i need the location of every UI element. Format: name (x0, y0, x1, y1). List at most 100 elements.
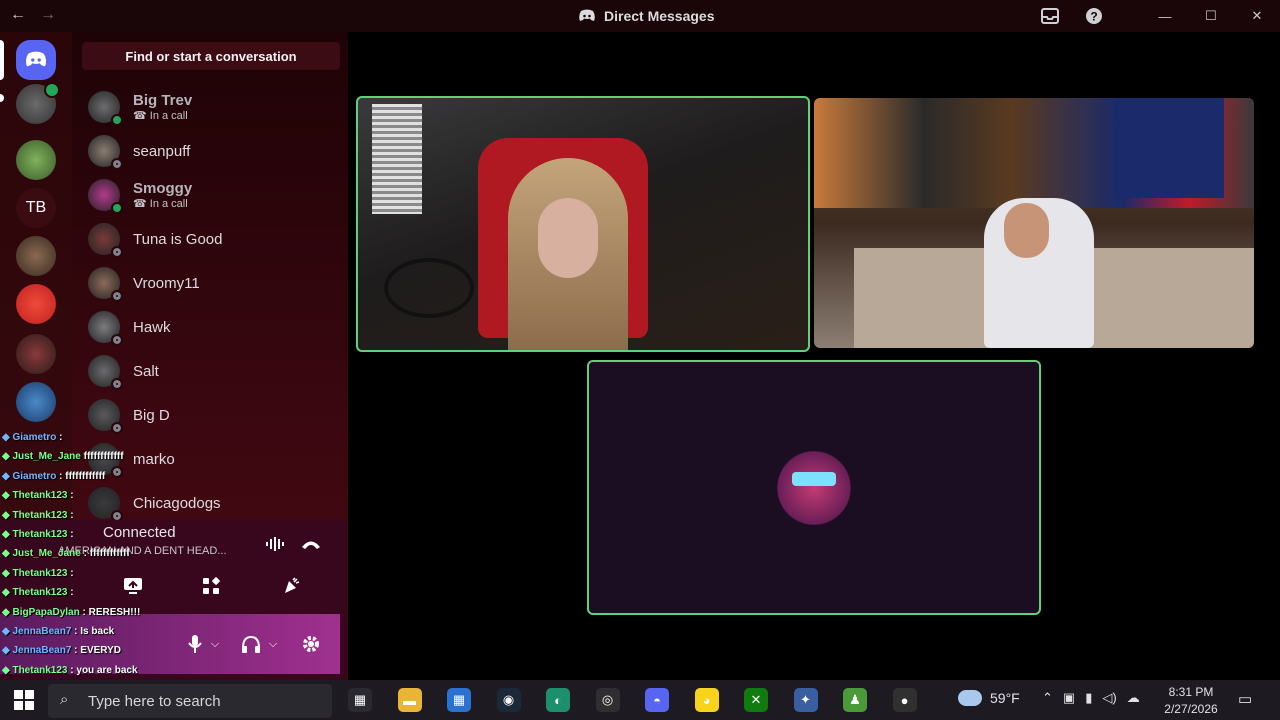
chat-message: : RERESH!!! (79, 606, 141, 618)
server-icon-tb[interactable]: TB (16, 188, 56, 228)
game-icon[interactable]: ✦ (793, 688, 818, 712)
chat-message: : (67, 587, 74, 599)
xbox-icon[interactable]: ✕ (744, 688, 768, 712)
notifications-icon[interactable]: ▭ (1238, 690, 1252, 708)
battery-icon[interactable]: ▮ (1085, 690, 1092, 706)
chat-username: ◆ Giametro (2, 432, 57, 443)
minimize-button[interactable]: — (1142, 0, 1188, 32)
title-bar: ← → Direct Messages ? — ☐ ✕ (0, 0, 1280, 32)
dm-text: Vroomy11 (133, 275, 200, 292)
dm-item[interactable]: Vroomy11 (88, 263, 338, 303)
chat-username: ◆ Giametro (2, 470, 57, 482)
cloud-icon[interactable]: ☁ (1127, 690, 1140, 706)
dm-item[interactable]: Smoggy ☎ In a call (88, 175, 338, 215)
chat-username: ◆ Thetank123 (2, 529, 68, 541)
record-icon[interactable]: ● (892, 688, 917, 712)
obs-icon[interactable]: ◎ (595, 688, 620, 712)
chat-username: ◆ Just_Me_Jane (2, 548, 81, 560)
camera-icon[interactable]: ▣ (1063, 690, 1075, 706)
taskbar-search[interactable]: ⌕ Type here to search (48, 684, 332, 718)
chat-line: ◆ Just_Me_Jane ffffffffffff (2, 447, 362, 466)
avatar (88, 91, 123, 126)
store-icon[interactable]: ▦ (447, 688, 471, 712)
chat-message: : ffffffffffff (80, 548, 130, 560)
bicycle (384, 258, 474, 318)
forward-button[interactable]: → (40, 6, 56, 24)
window-blinds (372, 104, 422, 214)
dm-name: Big Trev (133, 92, 193, 109)
chat-username: ◆ Just_Me_Jane (2, 451, 81, 463)
taskbar-clock[interactable]: 8:31 PM 2/27/2026 (1160, 684, 1222, 718)
video-tile-3[interactable] (587, 360, 1041, 615)
task-view-icon[interactable]: ▦ (348, 688, 372, 712)
dm-name: Vroomy11 (133, 274, 200, 292)
chat-line: ◆ Thetank123 : you are back (2, 661, 362, 680)
dm-item[interactable]: Hawk (88, 307, 338, 347)
chat-username: ◆ Thetank123 (2, 664, 68, 676)
status-indicator (111, 202, 123, 214)
dm-name: Salt (133, 362, 159, 380)
chess-icon[interactable]: ♟ (843, 688, 867, 712)
status-indicator (111, 158, 123, 170)
dm-text: Big Trev ☎ In a call (133, 92, 192, 122)
window-title-text: Direct Messages (604, 8, 715, 24)
participant-avatar (769, 448, 859, 528)
system-tray: ⌃ ▣ ▮ ◁) ☁ (1042, 690, 1140, 706)
volume-icon[interactable]: ◁) (1102, 690, 1116, 706)
avatar (88, 311, 123, 346)
chevron-up-icon[interactable]: ⌃ (1042, 690, 1053, 706)
server-icon-6[interactable] (16, 334, 56, 374)
chat-line: ◆ Thetank123 : (2, 583, 362, 602)
dm-item[interactable]: seanpuff (88, 131, 338, 171)
selected-pill (0, 40, 4, 80)
chat-line: ◆ JennaBean7 : EVERYD (2, 641, 362, 660)
avatar (88, 355, 123, 390)
person-2-head (1004, 203, 1049, 258)
file-explorer-icon[interactable]: ▬ (397, 688, 422, 712)
dm-name: Big D (133, 406, 170, 424)
edge-icon[interactable]: ◐ (546, 688, 570, 712)
server-icon-4[interactable] (16, 236, 56, 276)
server-icon-2[interactable] (16, 140, 56, 180)
dm-name: Smoggy (133, 180, 193, 197)
windows-start-icon[interactable] (14, 690, 34, 710)
dm-name: seanpuff (133, 142, 191, 160)
steam-icon[interactable]: ◉ (496, 688, 521, 712)
video-tile-1[interactable] (356, 96, 810, 352)
chat-username: ◆ Thetank123 (2, 509, 68, 521)
chat-message: : EVERYD (71, 645, 122, 657)
find-conversation-button[interactable]: Find or start a conversation (82, 42, 340, 70)
weather-widget[interactable]: 59°F (958, 690, 1020, 706)
chat-username: ◆ Thetank123 (2, 567, 68, 579)
nav-buttons: ← → (10, 6, 56, 24)
close-button[interactable]: ✕ (1234, 0, 1280, 32)
server-icon-5[interactable] (16, 284, 56, 324)
chat-line: ◆ Thetank123 : (2, 525, 362, 544)
chat-line: ◆ Thetank123 : (2, 486, 362, 505)
dm-item[interactable]: Big Trev ☎ In a call (88, 87, 338, 127)
chat-line: ◆ Just_Me_Jane : ffffffffffff (2, 544, 362, 563)
clock-time: 8:31 PM (1168, 685, 1214, 699)
snapchat-icon[interactable]: ◕ (694, 688, 719, 712)
help-icon[interactable]: ? (1076, 0, 1112, 32)
dm-item[interactable]: Tuna is Good (88, 219, 338, 259)
discord-icon[interactable]: ◓ (645, 688, 669, 712)
dm-text: Hawk (133, 319, 171, 336)
avatar (88, 179, 123, 214)
unread-pill (0, 94, 4, 102)
chat-message: ffffffffffff (80, 451, 124, 463)
chat-line: ◆ Giametro : (2, 428, 362, 447)
dm-call-status: ☎ In a call (133, 198, 188, 210)
chat-message: : (67, 490, 74, 502)
video-tile-2[interactable] (814, 98, 1254, 348)
server-icon-7[interactable] (16, 382, 56, 422)
back-button[interactable]: ← (10, 6, 26, 24)
dm-avatar-1[interactable] (16, 82, 60, 124)
dm-item[interactable]: Salt (88, 351, 338, 391)
chat-message: : (56, 432, 63, 443)
home-button[interactable] (16, 40, 56, 80)
inbox-icon[interactable] (1032, 0, 1068, 32)
dm-name: Hawk (133, 318, 171, 336)
chat-line: ◆ Giametro : ffffffffffff (2, 467, 362, 486)
maximize-button[interactable]: ☐ (1188, 0, 1234, 32)
